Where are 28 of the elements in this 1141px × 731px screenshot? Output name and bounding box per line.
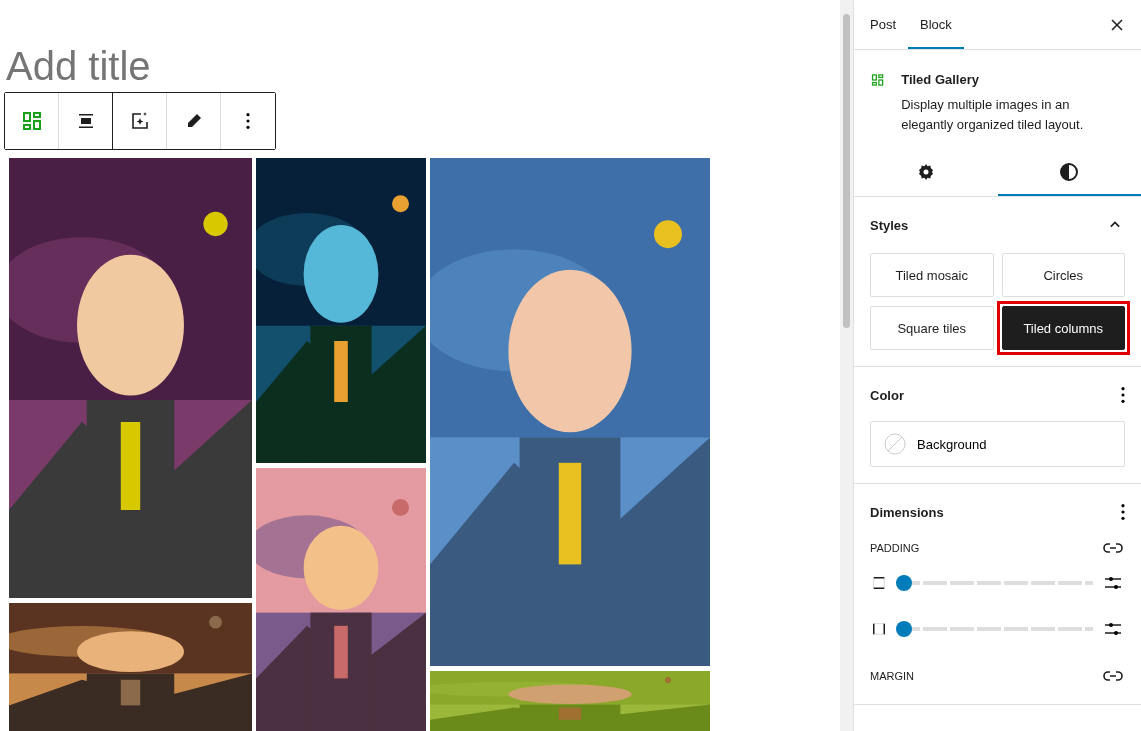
- style-option[interactable]: Circles: [1001, 253, 1125, 297]
- margin-label: MARGIN: [870, 670, 914, 682]
- more-icon: [1121, 387, 1125, 403]
- empty-swatch-icon: [883, 432, 907, 456]
- slider-thumb[interactable]: [896, 575, 912, 591]
- padding-label: PADDING: [870, 542, 920, 554]
- style-option[interactable]: Tiled columns: [1001, 306, 1125, 350]
- panel-title: Dimensions: [870, 504, 944, 520]
- side-box-icon: [870, 574, 888, 592]
- more-icon: [1121, 504, 1125, 520]
- options-button[interactable]: [1121, 504, 1125, 520]
- edit-button[interactable]: [167, 93, 221, 149]
- scrollbar[interactable]: [840, 0, 853, 731]
- side-box-icon: [870, 620, 888, 638]
- style-option[interactable]: Tiled mosaic: [870, 253, 994, 297]
- panel-title: Color: [870, 387, 904, 403]
- style-option[interactable]: Square tiles: [870, 306, 994, 350]
- sidebar-tab[interactable]: Block: [908, 0, 964, 49]
- sidebar-tab[interactable]: Post: [858, 0, 908, 49]
- color-option[interactable]: Background: [870, 421, 1125, 467]
- block-name: Tiled Gallery: [901, 72, 980, 87]
- title-placeholder[interactable]: Add title: [6, 46, 151, 86]
- block-description: Display multiple images in an elegantly organized tiled layout.: [901, 96, 1085, 134]
- ai-button[interactable]: [113, 93, 167, 149]
- slider-thumb[interactable]: [896, 621, 912, 637]
- panel-title: Styles: [870, 217, 909, 233]
- options-button[interactable]: [1121, 387, 1125, 403]
- more-icon: [246, 113, 250, 129]
